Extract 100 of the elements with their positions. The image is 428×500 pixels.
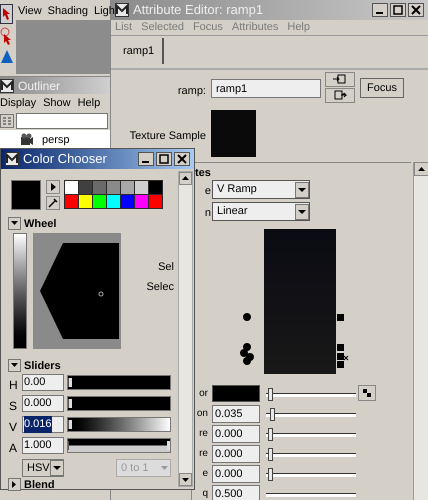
move-tool-icon[interactable]	[0, 48, 13, 64]
field-label: n	[204, 206, 211, 221]
slider-handle[interactable]	[68, 420, 72, 429]
value-field[interactable]: 0.00	[22, 374, 64, 391]
palette-swatch[interactable]	[107, 195, 120, 208]
field-label: e	[204, 184, 211, 199]
output-connection-button[interactable]	[325, 88, 355, 103]
menu-item[interactable]: Help	[78, 94, 100, 112]
number-field[interactable]: 0.000	[212, 465, 260, 483]
slider-handle[interactable]	[68, 441, 170, 450]
palette-swatch[interactable]	[93, 195, 106, 208]
palette-swatch[interactable]	[135, 195, 148, 208]
menu-item[interactable]: Show	[43, 94, 71, 112]
color-wheel-drawing[interactable]	[33, 233, 121, 349]
slider-handle[interactable]	[68, 399, 72, 408]
focus-button[interactable]: Focus	[360, 78, 404, 98]
lasso-tool-icon[interactable]	[0, 26, 13, 46]
slider-thumb[interactable]	[268, 388, 273, 401]
color-label: Selec	[146, 280, 174, 295]
slider-handle[interactable]	[68, 378, 72, 387]
dropdown[interactable]: Linear	[212, 202, 310, 221]
section-title: tes	[195, 166, 211, 181]
field-label: re	[199, 428, 208, 440]
slider-thumb[interactable]	[268, 428, 273, 441]
field-label: re	[199, 448, 208, 460]
field-label: q	[202, 488, 208, 500]
name-field[interactable]: ramp1	[211, 79, 321, 98]
menu-item[interactable]: Shading	[48, 3, 88, 20]
palette-swatch[interactable]	[79, 195, 92, 208]
palette-swatch[interactable]	[79, 181, 92, 194]
palette-swatch[interactable]	[135, 181, 148, 194]
field-label: ramp:	[178, 84, 206, 99]
value-strip[interactable]	[13, 233, 27, 349]
scrollbar[interactable]	[178, 171, 193, 487]
texture-sample-label: Texture Sample	[130, 129, 206, 144]
scrollbar[interactable]	[413, 162, 428, 500]
section-title: Blend	[24, 478, 55, 493]
mode-dropdown[interactable]: HSV	[22, 459, 64, 477]
section-title: Sliders	[24, 359, 61, 374]
color-slider[interactable]	[67, 396, 171, 411]
number-field[interactable]: 0.035	[212, 405, 260, 423]
number-field[interactable]: 0.000	[212, 425, 260, 443]
channel-label: V	[9, 419, 18, 436]
menu-item[interactable]: Display	[0, 94, 36, 112]
map-button[interactable]	[358, 385, 376, 401]
collapse-button[interactable]	[8, 478, 21, 491]
value-field[interactable]: 1.000	[22, 437, 64, 454]
palette-swatch[interactable]	[65, 181, 78, 194]
camera-icon	[20, 133, 34, 147]
color-slider[interactable]	[67, 438, 171, 453]
color-slider[interactable]	[67, 417, 171, 432]
value-field[interactable]: 0.000	[22, 395, 64, 412]
minimize-button[interactable]	[372, 3, 388, 17]
dropdown[interactable]: V Ramp	[212, 180, 310, 199]
palette-swatch[interactable]	[149, 181, 162, 194]
palette-swatch[interactable]	[121, 195, 134, 208]
maximize-button[interactable]	[390, 3, 406, 17]
scroll-up-arrow-icon[interactable]	[414, 162, 428, 176]
slider-thumb[interactable]	[268, 448, 273, 461]
palette-swatch[interactable]	[65, 195, 78, 208]
input-connection-button[interactable]	[325, 72, 355, 87]
color-label: Sel	[158, 260, 174, 275]
list-icon[interactable]	[0, 114, 14, 128]
palette-swatch[interactable]	[149, 195, 162, 208]
app-logo-icon	[0, 78, 14, 92]
number-field[interactable]: 0.000	[212, 445, 260, 463]
number-field[interactable]: 0.500	[212, 485, 260, 500]
maximize-button[interactable]	[156, 152, 172, 166]
color-slider[interactable]	[67, 375, 171, 390]
palette-swatch[interactable]	[121, 181, 134, 194]
texture-swatch	[211, 110, 256, 157]
collapse-button[interactable]	[8, 359, 21, 372]
channel-label: H	[9, 377, 18, 394]
eyedropper-button[interactable]	[46, 196, 60, 210]
palette-swatch[interactable]	[93, 181, 106, 194]
current-color-swatch	[11, 180, 41, 210]
field-label: e	[202, 468, 208, 480]
color-swatch[interactable]	[212, 385, 260, 402]
close-button[interactable]	[408, 3, 424, 17]
menu-item[interactable]: Ligh	[94, 3, 115, 20]
menu-item[interactable]: View	[18, 3, 42, 20]
collapse-button[interactable]	[8, 217, 21, 230]
channel-label: A	[9, 440, 18, 457]
close-button[interactable]	[174, 152, 190, 166]
outliner-item[interactable]: persp	[0, 130, 110, 150]
window-title: Color Chooser	[23, 150, 107, 168]
field-label: on	[196, 408, 208, 420]
app-logo-icon	[115, 3, 129, 17]
field-label: or	[199, 388, 208, 400]
minimize-button[interactable]	[138, 152, 154, 166]
channel-label: S	[9, 398, 18, 415]
slider-thumb[interactable]	[270, 408, 276, 421]
section-title: Wheel	[24, 217, 56, 232]
slider-thumb[interactable]	[268, 468, 273, 481]
play-button[interactable]	[46, 180, 60, 194]
filter-field[interactable]	[16, 113, 108, 129]
window-title: Outliner	[18, 78, 60, 94]
select-tool-icon[interactable]	[0, 4, 13, 24]
palette-swatch[interactable]	[107, 181, 120, 194]
value-field[interactable]: 0.016	[22, 416, 64, 433]
